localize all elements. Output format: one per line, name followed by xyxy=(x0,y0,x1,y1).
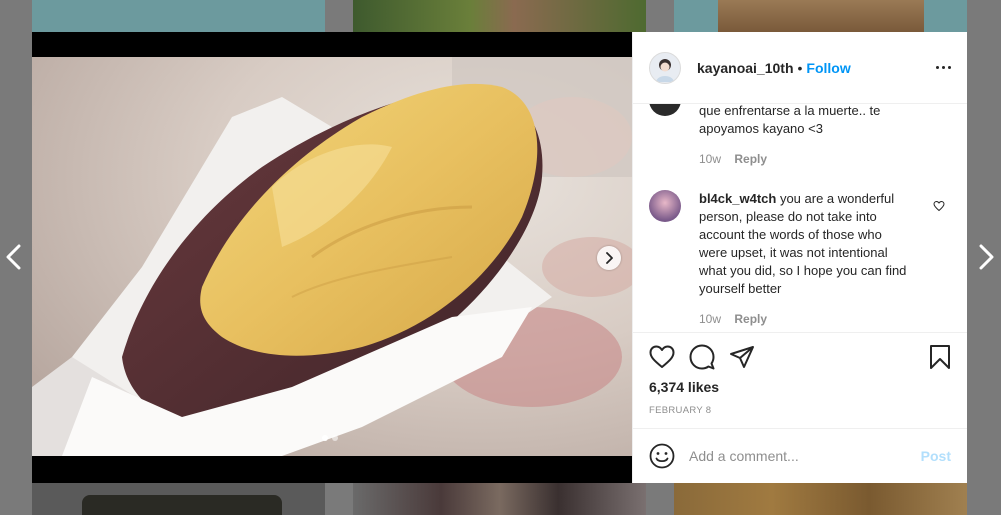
chevron-left-icon xyxy=(6,244,21,270)
carousel-dot-active xyxy=(322,435,328,441)
more-options-icon[interactable] xyxy=(936,66,951,69)
post-photo[interactable] xyxy=(32,57,632,456)
comments-list: que enfrentarse a la muerte.. te apoyamo… xyxy=(633,104,967,332)
author-avatar[interactable] xyxy=(649,51,681,84)
follow-button[interactable]: Follow xyxy=(806,60,850,76)
comment-text: que enfrentarse a la muerte.. te apoyamo… xyxy=(699,104,881,136)
post-date[interactable]: FEBRUARY 8 xyxy=(649,405,951,416)
comment-input[interactable] xyxy=(689,448,921,464)
grid-thumbnail[interactable] xyxy=(353,0,646,32)
post-header: kayanoai_10th • Follow xyxy=(633,32,967,104)
post-actions: 6,374 likes FEBRUARY 8 xyxy=(633,332,967,416)
next-image-button[interactable] xyxy=(597,246,621,270)
comment-item: bl4ck_w4tch you are a wonderful person, … xyxy=(649,190,909,326)
reply-button[interactable]: Reply xyxy=(734,312,767,326)
like-heart-icon[interactable] xyxy=(649,345,675,369)
chevron-right-icon xyxy=(606,252,613,264)
grid-thumbnail[interactable] xyxy=(674,0,967,32)
like-comment-heart-icon[interactable] xyxy=(933,199,945,217)
header-separator: • xyxy=(797,59,803,76)
comment-age: 10w xyxy=(699,152,722,166)
emoji-icon[interactable] xyxy=(649,443,675,469)
commenter-avatar[interactable] xyxy=(649,104,681,116)
grid-thumbnail[interactable] xyxy=(32,483,325,515)
comment-age: 10w xyxy=(699,312,722,326)
likes-count[interactable]: 6,374 likes xyxy=(649,379,951,395)
share-paper-plane-icon[interactable] xyxy=(729,345,755,369)
add-comment-bar: Post xyxy=(633,428,967,483)
carousel-dot xyxy=(332,435,338,441)
chevron-right-icon xyxy=(979,244,994,270)
post-sidebar: kayanoai_10th • Follow que enfrentarse a… xyxy=(632,32,967,483)
post-comment-button[interactable]: Post xyxy=(921,448,951,464)
post-media xyxy=(32,32,632,483)
grid-thumbnail[interactable] xyxy=(674,483,967,515)
post-modal: kayanoai_10th • Follow que enfrentarse a… xyxy=(32,32,967,483)
author-username[interactable]: kayanoai_10th xyxy=(697,60,794,76)
carousel-indicator xyxy=(322,435,338,441)
save-bookmark-icon[interactable] xyxy=(929,344,951,370)
comment-text: bl4ck_w4tch you are a wonderful person, … xyxy=(699,191,907,296)
reply-button[interactable]: Reply xyxy=(734,152,767,166)
comment-item: que enfrentarse a la muerte.. te apoyamo… xyxy=(649,104,909,166)
commenter-username[interactable]: bl4ck_w4tch xyxy=(699,191,776,206)
previous-post-button[interactable] xyxy=(2,242,26,272)
grid-thumbnail[interactable] xyxy=(32,0,325,32)
commenter-avatar[interactable] xyxy=(649,190,681,222)
grid-thumbnail[interactable] xyxy=(353,483,646,515)
next-post-button[interactable] xyxy=(974,242,998,272)
comment-bubble-icon[interactable] xyxy=(689,344,715,370)
